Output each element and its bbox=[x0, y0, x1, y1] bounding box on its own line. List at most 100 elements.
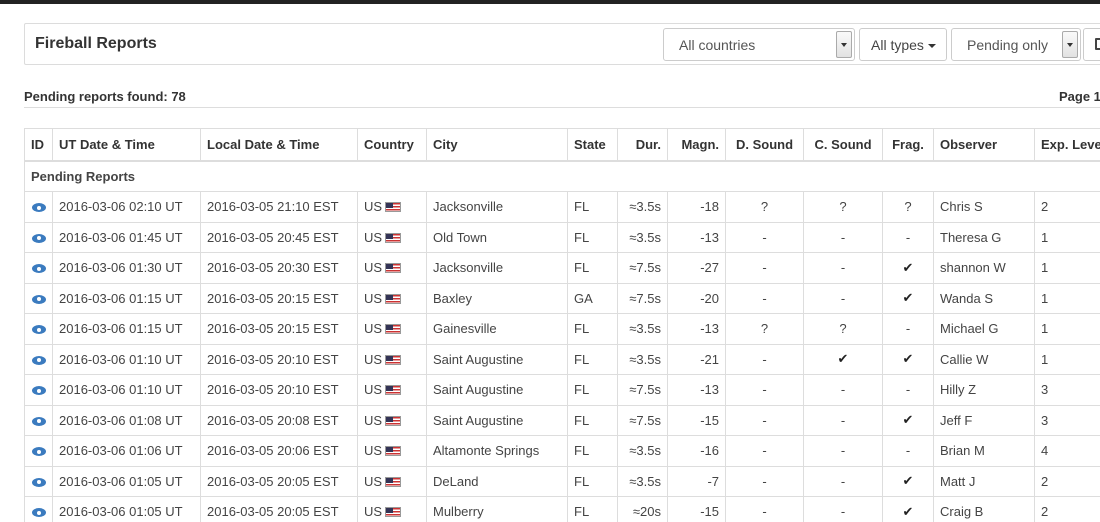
ut-cell-text: 2016-03-06 01:45 UT bbox=[59, 229, 183, 245]
city-cell-text: Saint Augustine bbox=[433, 351, 524, 367]
col-header-country[interactable]: Country bbox=[357, 128, 427, 162]
state-cell: FL bbox=[567, 435, 618, 467]
eye-icon[interactable] bbox=[31, 447, 46, 457]
col-header-csound[interactable]: C. Sound bbox=[803, 128, 883, 162]
country-cell-text: US bbox=[364, 260, 383, 276]
dsound-cell-text: - bbox=[762, 443, 767, 459]
state-cell: FL bbox=[567, 313, 618, 345]
eye-icon[interactable] bbox=[31, 416, 46, 426]
table-header-row: ID UT Date & Time Local Date & Time Coun… bbox=[24, 128, 1100, 162]
csound-cell: - bbox=[803, 404, 883, 436]
eye-icon[interactable] bbox=[31, 294, 46, 304]
exp-cell: 1 bbox=[1034, 221, 1100, 253]
ut-cell: 2016-03-06 01:10 UT bbox=[52, 343, 201, 375]
country-cell-text: US bbox=[364, 443, 383, 459]
dsound-cell-text: - bbox=[762, 351, 767, 367]
country-cell: US bbox=[357, 435, 427, 467]
dsound-cell-text: ? bbox=[760, 321, 769, 337]
dsound-cell-text: - bbox=[762, 290, 767, 306]
country-cell: US bbox=[357, 343, 427, 375]
observer-cell-text: Callie W bbox=[940, 351, 989, 367]
status-select[interactable]: Pending only bbox=[951, 28, 1081, 61]
csound-cell-text: ? bbox=[839, 199, 847, 215]
eye-icon[interactable] bbox=[31, 233, 46, 243]
csound-cell: - bbox=[803, 252, 883, 284]
eye-icon[interactable] bbox=[31, 264, 46, 274]
table-row: 2016-03-06 02:10 UT 2016-03-05 21:10 EST U… bbox=[24, 191, 1100, 223]
csound-cell: - bbox=[803, 282, 883, 314]
ut-cell-text: 2016-03-06 01:06 UT bbox=[59, 443, 183, 459]
ut-cell: 2016-03-06 01:06 UT bbox=[52, 435, 201, 467]
exp-cell: 3 bbox=[1034, 374, 1100, 406]
city-cell: Saint Augustine bbox=[426, 374, 568, 406]
col-header-magnitude[interactable]: Magn. bbox=[667, 128, 726, 162]
reports-table: ID UT Date & Time Local Date & Time Coun… bbox=[24, 128, 1100, 522]
us-flag-icon bbox=[385, 293, 402, 304]
local-cell-text: 2016-03-05 20:06 EST bbox=[207, 443, 339, 459]
state-cell-text: FL bbox=[574, 199, 590, 215]
eye-icon[interactable] bbox=[31, 203, 46, 213]
magnitude-cell: -16 bbox=[667, 435, 726, 467]
table-row: 2016-03-06 01:15 UT 2016-03-05 20:15 EST U… bbox=[24, 313, 1100, 345]
csound-cell-text: ? bbox=[839, 321, 847, 337]
duration-cell: ≈7.5s bbox=[617, 252, 668, 284]
frag-cell-text: ✔ bbox=[902, 473, 914, 489]
chevron-down-icon[interactable] bbox=[836, 31, 852, 58]
page-title: Fireball Reports bbox=[35, 35, 157, 52]
col-header-dsound[interactable]: D. Sound bbox=[725, 128, 804, 162]
eye-icon[interactable] bbox=[31, 325, 46, 335]
eye-icon[interactable] bbox=[31, 477, 46, 487]
frag-cell: - bbox=[882, 313, 934, 345]
col-header-city[interactable]: City bbox=[426, 128, 568, 162]
view-cell bbox=[24, 343, 53, 375]
col-header-id[interactable]: ID bbox=[24, 128, 53, 162]
ut-cell-text: 2016-03-06 01:15 UT bbox=[59, 321, 183, 337]
ut-cell: 2016-03-06 02:10 UT bbox=[52, 191, 201, 223]
local-cell-text: 2016-03-05 20:45 EST bbox=[207, 229, 339, 245]
exp-cell: 2 bbox=[1034, 465, 1100, 497]
csound-cell: ? bbox=[803, 313, 883, 345]
us-flag-icon bbox=[385, 354, 402, 365]
csound-cell: - bbox=[803, 496, 883, 522]
page-indicator: Page 1 bbox=[1059, 89, 1100, 104]
group-row: Pending Reports bbox=[24, 160, 1100, 192]
col-header-exp[interactable]: Exp. Level bbox=[1034, 128, 1100, 162]
frag-cell-text: ✔ bbox=[902, 290, 914, 306]
exp-cell: 1 bbox=[1034, 282, 1100, 314]
types-dropdown-button[interactable]: All types bbox=[859, 28, 947, 61]
dsound-cell: - bbox=[725, 282, 804, 314]
city-cell-text: Jacksonville bbox=[433, 260, 504, 276]
calendar-button[interactable] bbox=[1083, 28, 1100, 61]
magnitude-cell: -13 bbox=[667, 374, 726, 406]
col-header-observer[interactable]: Observer bbox=[933, 128, 1035, 162]
state-cell: FL bbox=[567, 221, 618, 253]
col-header-local[interactable]: Local Date & Time bbox=[200, 128, 358, 162]
magnitude-cell-text: -15 bbox=[700, 412, 719, 428]
col-header-frag[interactable]: Frag. bbox=[882, 128, 934, 162]
magnitude-cell-text: -13 bbox=[700, 321, 719, 337]
us-flag-icon bbox=[385, 232, 402, 243]
csound-cell: - bbox=[803, 465, 883, 497]
local-cell: 2016-03-05 20:08 EST bbox=[200, 404, 358, 436]
observer-cell-text: Jeff F bbox=[940, 412, 973, 428]
country-cell: US bbox=[357, 374, 427, 406]
magnitude-cell-text: -16 bbox=[700, 443, 719, 459]
duration-cell: ≈3.5s bbox=[617, 221, 668, 253]
country-select[interactable]: All countries bbox=[663, 28, 855, 61]
frag-cell-text: ✔ bbox=[902, 351, 914, 367]
col-header-duration[interactable]: Dur. bbox=[617, 128, 668, 162]
duration-cell-text: ≈3.5s bbox=[629, 351, 661, 367]
country-select-value: All countries bbox=[679, 37, 756, 53]
duration-cell-text: ≈7.5s bbox=[629, 260, 661, 276]
city-cell-text: Gainesville bbox=[433, 321, 497, 337]
chevron-down-icon[interactable] bbox=[1062, 31, 1078, 58]
dsound-cell: ? bbox=[725, 191, 804, 223]
magnitude-cell-text: -15 bbox=[700, 504, 719, 520]
eye-icon[interactable] bbox=[31, 386, 46, 396]
eye-icon[interactable] bbox=[31, 508, 46, 518]
eye-icon[interactable] bbox=[31, 355, 46, 365]
country-cell: US bbox=[357, 252, 427, 284]
col-header-state[interactable]: State bbox=[567, 128, 618, 162]
ut-cell-text: 2016-03-06 01:15 UT bbox=[59, 290, 183, 306]
col-header-ut[interactable]: UT Date & Time bbox=[52, 128, 201, 162]
